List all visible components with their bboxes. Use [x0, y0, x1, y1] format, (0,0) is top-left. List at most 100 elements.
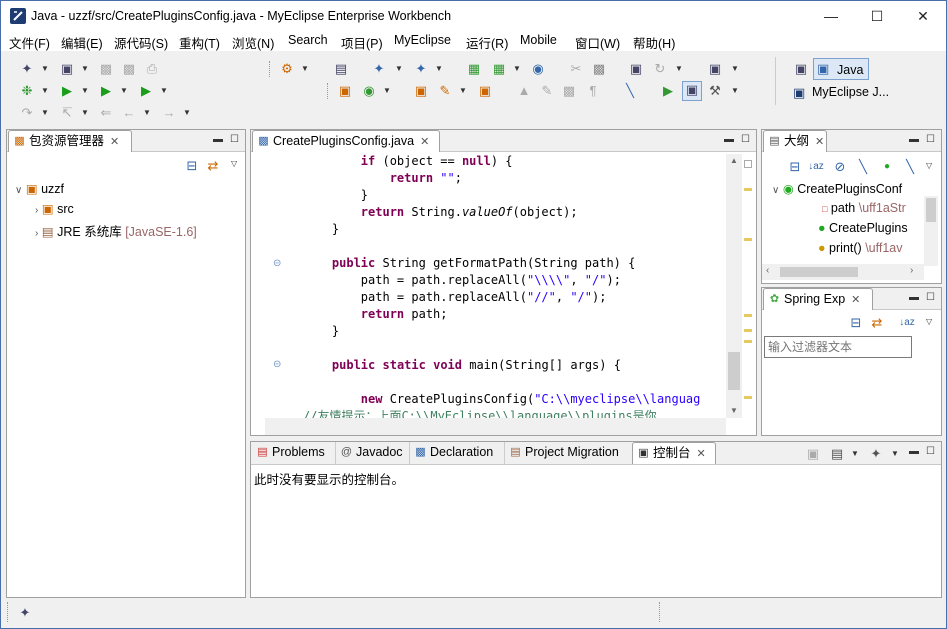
close-icon[interactable]: ✕ [851, 290, 860, 311]
refresh-icon[interactable]: ↻ [652, 61, 668, 77]
outline-item-ctor[interactable]: ● CreatePlugins [818, 221, 908, 235]
paste-icon[interactable]: ▩ [591, 61, 607, 77]
menu-run[interactable]: 运行(R) [466, 33, 508, 52]
code-line[interactable]: //友情提示：上面C:\\MyEclipse\\language\\plugin… [303, 408, 657, 418]
minimize-view-icon[interactable]: ▬ [213, 134, 223, 145]
chevron-down-icon[interactable]: ▼ [81, 65, 89, 73]
view-menu-icon[interactable]: ▽ [926, 162, 934, 170]
tree-item-src[interactable]: › ▣ src [35, 201, 74, 216]
new-class-icon[interactable]: ◉ [361, 83, 377, 99]
sort-icon[interactable]: ↓az [899, 315, 915, 331]
next-edit-icon[interactable]: ↸ [59, 105, 75, 121]
editor-vscrollbar[interactable]: ▲ ▼ [726, 154, 742, 418]
camera-icon[interactable]: ▣ [707, 61, 723, 77]
close-icon[interactable]: ✕ [110, 132, 119, 153]
hide-nonpublic-icon[interactable]: ● [879, 159, 895, 175]
new-package-icon[interactable]: ▣ [337, 83, 353, 99]
new-class-icon[interactable]: ✦ [413, 61, 429, 77]
save-all-icon[interactable]: ▩ [121, 61, 137, 77]
chevron-right-icon[interactable]: › [35, 205, 38, 216]
code-line[interactable]: } [303, 187, 368, 204]
hammer-icon[interactable]: ⚒ [707, 83, 723, 99]
hide-fields-icon[interactable]: ⊘ [832, 159, 848, 175]
view-menu-icon[interactable]: ▽ [231, 160, 239, 168]
outline-item-class[interactable]: ∨ ◉ CreatePluginsConf [772, 181, 902, 196]
collapse-all-icon[interactable]: ⊟ [848, 315, 864, 331]
new-package-icon[interactable]: ▣ [59, 61, 75, 77]
code-line[interactable]: new CreatePluginsConfig("C:\\myeclipse\\… [303, 391, 701, 408]
display-console-icon[interactable]: ▤ [829, 446, 845, 462]
globe-icon[interactable]: ◉ [530, 61, 546, 77]
menu-file[interactable]: 文件(F) [9, 33, 50, 52]
folder-icon[interactable]: ▣ [477, 83, 493, 99]
link-with-editor-icon[interactable]: ⇄ [205, 158, 221, 174]
minimize-view-icon[interactable]: ▬ [909, 446, 919, 457]
debug-icon[interactable]: ❉ [19, 83, 35, 99]
maximize-view-icon[interactable]: ☐ [741, 134, 750, 145]
code-line[interactable]: public static void main(String[] args) { [303, 357, 621, 374]
pen-icon[interactable]: ✎ [437, 83, 453, 99]
perspective-myeclipse[interactable]: MyEclipse J... [812, 85, 889, 99]
chevron-right-icon[interactable]: › [35, 228, 38, 239]
close-icon[interactable]: ✕ [697, 444, 706, 465]
menu-navigate[interactable]: 浏览(N) [232, 33, 274, 52]
menu-help[interactable]: 帮助(H) [633, 33, 675, 52]
tab-project-migration[interactable]: ▤ Project Migration [504, 442, 619, 464]
overview-marker[interactable] [744, 160, 752, 168]
menu-search[interactable]: Search [288, 33, 328, 47]
menu-window[interactable]: 窗口(W) [575, 33, 620, 52]
tab-problems[interactable]: ▤ Problems [252, 442, 325, 464]
tab-console[interactable]: ▣ 控制台 ✕ [632, 442, 716, 464]
pin-icon[interactable]: ▲ [516, 83, 532, 99]
close-icon[interactable]: ✕ [420, 132, 429, 153]
pin-console-icon[interactable]: ▣ [805, 446, 821, 462]
chevron-down-icon[interactable]: ∨ [772, 185, 779, 196]
collapse-all-icon[interactable]: ⊟ [184, 158, 200, 174]
outline-hscrollbar[interactable]: ‹ › [762, 264, 924, 280]
code-line[interactable]: } [303, 221, 339, 238]
code-line[interactable]: path = path.replaceAll("//", "/"); [303, 289, 607, 306]
new-icon[interactable]: ✦ [19, 61, 35, 77]
block-icon[interactable]: ▩ [561, 83, 577, 99]
sort-icon[interactable]: ↓az [808, 159, 824, 175]
code-line[interactable]: return ""; [303, 170, 462, 187]
save-icon[interactable]: ▩ [98, 61, 114, 77]
code-line[interactable]: return String.valueOf(object); [303, 204, 578, 221]
toggle-breadcrumb-icon[interactable]: ▣ [682, 81, 702, 101]
db-icon[interactable]: ▦ [466, 61, 482, 77]
minimize-view-icon[interactable]: ▬ [909, 134, 919, 145]
view-menu-icon[interactable]: ▽ [926, 318, 934, 326]
run-server-icon[interactable]: ▦ [491, 61, 507, 77]
toggle-mark-icon[interactable]: ╲ [622, 83, 638, 99]
minimize-button[interactable]: — [808, 1, 854, 31]
hide-local-types-icon[interactable]: ╲ [902, 159, 918, 175]
collapse-all-icon[interactable]: ⊟ [787, 159, 803, 175]
code-area[interactable]: if (object == null) { return ""; } retur… [265, 154, 725, 418]
coverage-icon[interactable]: ▶ [98, 83, 114, 99]
menu-myeclipse[interactable]: MyEclipse [394, 33, 451, 47]
edit-icon[interactable]: ✎ [539, 83, 555, 99]
tab-declaration[interactable]: ▩ Declaration [409, 442, 493, 464]
maximize-button[interactable]: ☐ [854, 1, 900, 31]
open-type-icon[interactable]: ▣ [628, 61, 644, 77]
show-whitespace-icon[interactable]: ¶ [585, 83, 601, 99]
tab-editor-file[interactable]: ▩ CreatePluginsConfig.java ✕ [252, 130, 440, 152]
minimize-view-icon[interactable]: ▬ [909, 292, 919, 303]
outline-vscrollbar[interactable] [924, 196, 938, 266]
tab-outline[interactable]: ▤ 大纲 ✕ [763, 130, 827, 152]
tab-spring-explorer[interactable]: ✿ Spring Exp ✕ [763, 288, 873, 310]
tab-javadoc[interactable]: @ Javadoc [335, 442, 403, 464]
maximize-view-icon[interactable]: ☐ [926, 446, 935, 457]
code-line[interactable]: path = path.replaceAll("\\\\", "/"); [303, 272, 621, 289]
menu-edit[interactable]: 编辑(E) [61, 33, 103, 52]
code-line[interactable]: } [303, 323, 339, 340]
close-button[interactable]: ✕ [900, 1, 946, 31]
perspective-java[interactable]: ▣ Java [813, 58, 869, 80]
outline-item-field[interactable]: □ path \uff1aStr [822, 201, 906, 215]
chevron-down-icon[interactable]: ∨ [15, 185, 22, 196]
open-console-icon[interactable]: ✦ [868, 446, 884, 462]
filter-input[interactable] [764, 336, 912, 358]
print-icon[interactable]: ⎙ [144, 61, 160, 77]
back-icon[interactable]: ⇐ [98, 105, 114, 121]
deploy-icon[interactable]: ⚙ [279, 61, 295, 77]
